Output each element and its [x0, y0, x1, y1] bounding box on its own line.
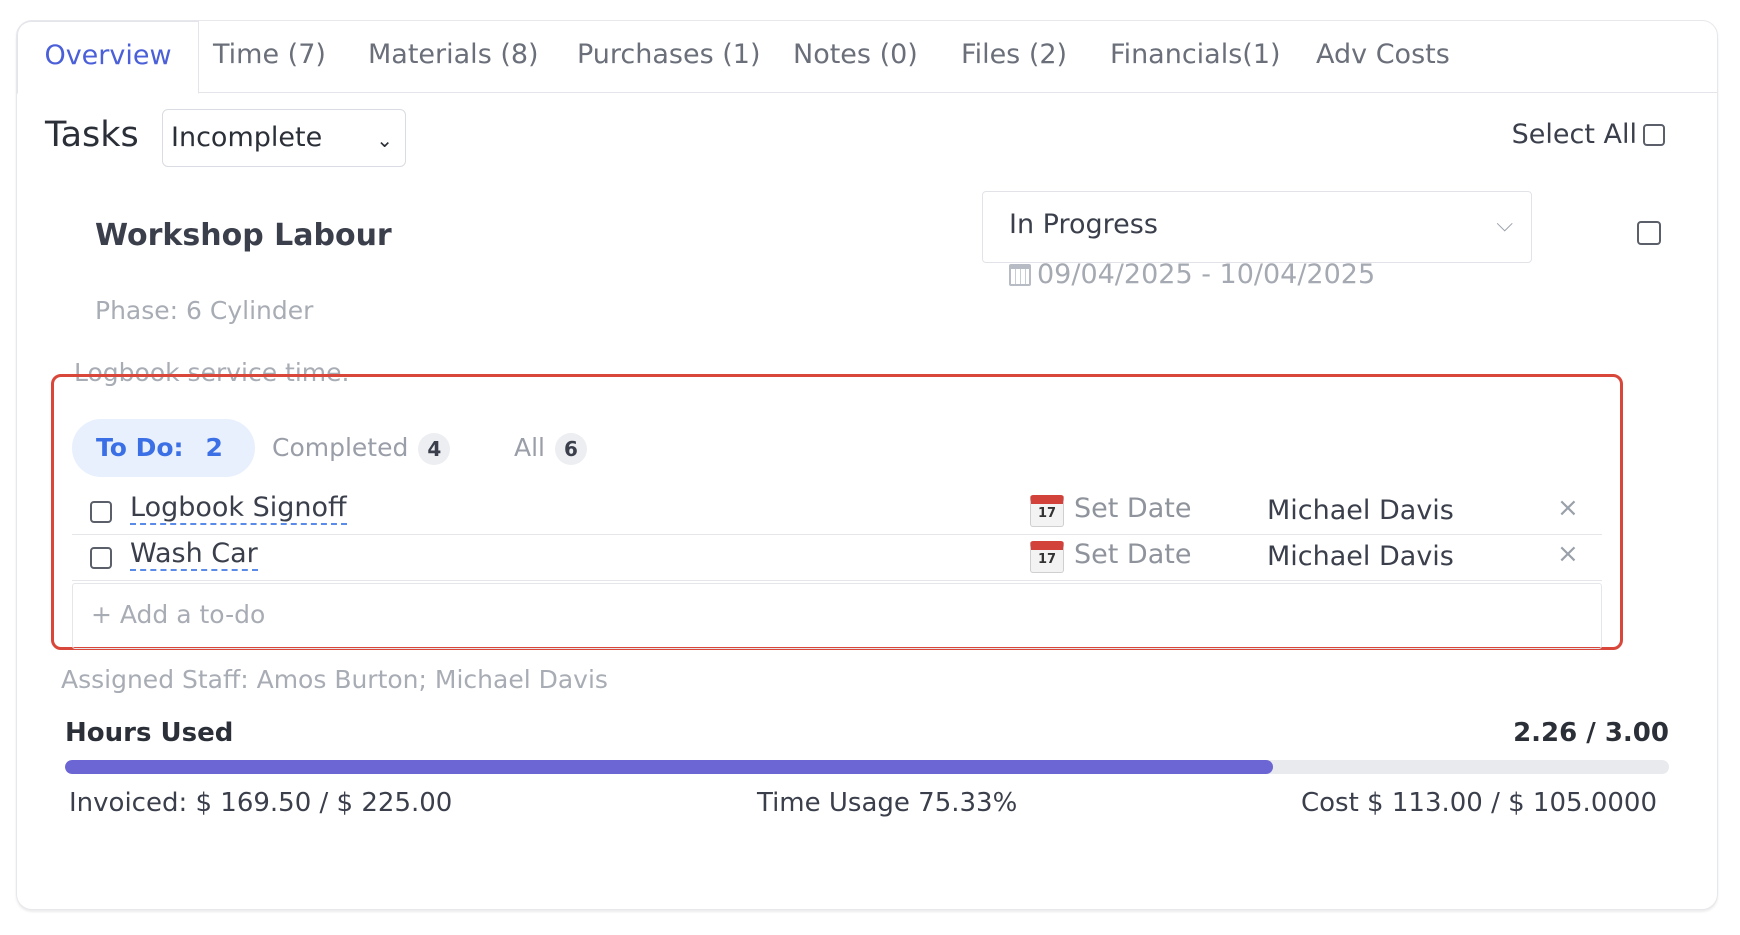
calendar-icon[interactable]: 17: [1030, 495, 1064, 527]
date-range-text: 09/04/2025 - 10/04/2025: [1037, 259, 1376, 290]
chevron-down-icon: ⌄: [376, 128, 393, 152]
tab-purchases[interactable]: Purchases (1): [577, 21, 761, 93]
assigned-staff: Assigned Staff: Amos Burton; Michael Dav…: [61, 665, 608, 694]
todo-assignee[interactable]: Michael Davis: [1267, 495, 1454, 526]
select-all-label: Select All: [1511, 119, 1637, 150]
task-card: Overview Time (7) Materials (8) Purchase…: [16, 20, 1718, 910]
tab-overview[interactable]: Overview: [17, 21, 199, 94]
close-icon[interactable]: ×: [1557, 493, 1579, 523]
filter-all-pill[interactable]: All 6: [514, 419, 587, 477]
task-phase: Phase: 6 Cylinder: [95, 296, 314, 325]
todo-label[interactable]: Logbook Signoff: [130, 493, 347, 525]
calendar-icon: [1009, 263, 1031, 286]
filter-completed-label: Completed: [272, 433, 409, 462]
filter-todo-label: To Do:: [96, 433, 184, 462]
filter-todo-pill[interactable]: To Do: 2: [72, 419, 255, 477]
task-date-range: 09/04/2025 - 10/04/2025: [1009, 259, 1375, 290]
cost-summary: Cost $ 113.00 / $ 105.0000: [1300, 788, 1657, 818]
filter-all-label: All: [514, 433, 545, 462]
set-date-button[interactable]: Set Date: [1074, 539, 1191, 570]
add-todo-input[interactable]: + Add a to-do: [72, 583, 1602, 649]
calendar-icon[interactable]: 17: [1030, 541, 1064, 573]
filter-completed-count: 4: [418, 433, 451, 465]
task-filter-value: Incomplete: [171, 122, 323, 153]
hours-progress-bar: [65, 760, 1669, 774]
todo-checkbox[interactable]: [90, 501, 112, 523]
todo-checkbox[interactable]: [90, 547, 112, 569]
close-icon[interactable]: ×: [1557, 539, 1579, 569]
task-filter-select[interactable]: Incomplete ⌄: [162, 109, 406, 167]
hours-used-label: Hours Used: [65, 718, 234, 748]
tab-bar: Overview Time (7) Materials (8) Purchase…: [17, 21, 1717, 94]
tab-financials[interactable]: Financials(1): [1110, 21, 1281, 93]
todo-row: Wash Car 17 Set Date Michael Davis ×: [72, 535, 1602, 581]
tab-notes[interactable]: Notes (0): [793, 21, 918, 93]
task-status-value: In Progress: [1009, 209, 1158, 240]
set-date-button[interactable]: Set Date: [1074, 493, 1191, 524]
task-name: Workshop Labour: [95, 218, 392, 253]
hours-progress-fill: [65, 760, 1274, 774]
filter-completed-pill[interactable]: Completed 4: [272, 419, 451, 477]
tab-adv-costs[interactable]: Adv Costs: [1316, 21, 1450, 93]
chevron-down-icon: ⌵: [1496, 212, 1513, 237]
select-all-checkbox[interactable]: [1643, 123, 1665, 146]
task-status-select[interactable]: In Progress ⌵: [982, 191, 1532, 263]
time-usage-summary: Time Usage 75.33%: [757, 788, 1018, 818]
select-all[interactable]: Select All: [1512, 119, 1665, 150]
filter-todo-count: 2: [205, 433, 223, 462]
todo-assignee[interactable]: Michael Davis: [1267, 541, 1454, 572]
todo-label[interactable]: Wash Car: [130, 539, 258, 571]
todo-row: Logbook Signoff 17 Set Date Michael Davi…: [72, 489, 1602, 535]
hours-used-value: 2.26 / 3.00: [1513, 718, 1669, 748]
tab-materials[interactable]: Materials (8): [368, 21, 539, 93]
filter-all-count: 6: [555, 433, 587, 465]
task-checkbox[interactable]: [1637, 221, 1661, 245]
invoiced-summary: Invoiced: $ 169.50 / $ 225.00: [69, 788, 453, 818]
tasks-heading: Tasks: [45, 115, 139, 155]
todo-section: To Do: 2 Completed 4 All 6 Logbook Signoff …: [51, 374, 1623, 650]
tab-files[interactable]: Files (2): [961, 21, 1067, 93]
tab-time[interactable]: Time (7): [213, 21, 326, 93]
